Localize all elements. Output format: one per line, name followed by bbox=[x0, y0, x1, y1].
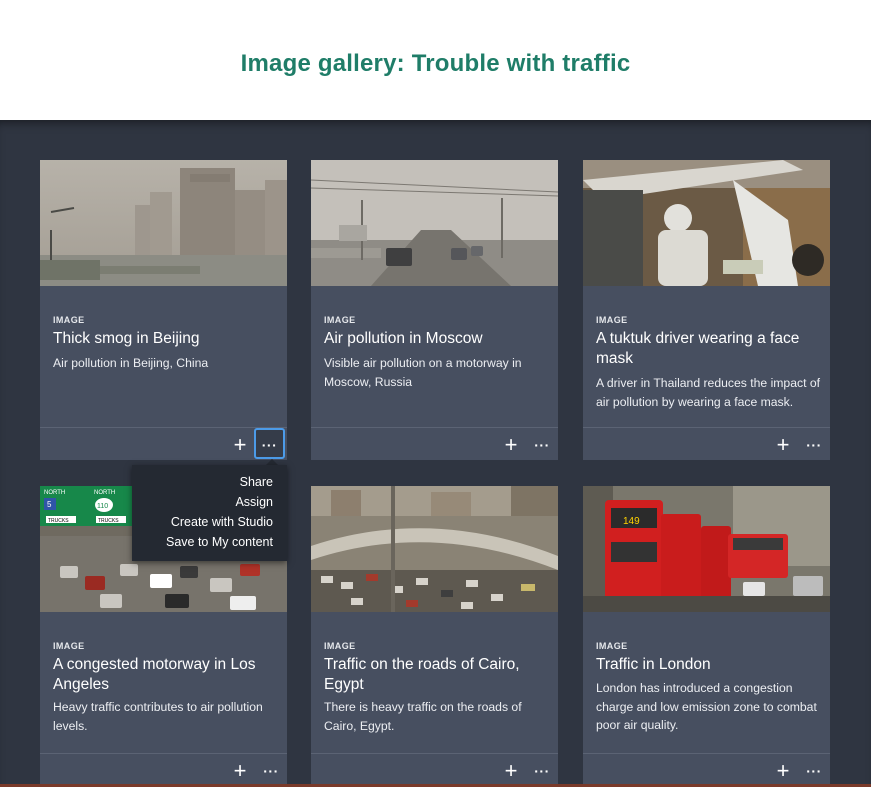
add-button[interactable]: + bbox=[770, 432, 796, 458]
sign-route-5: 5 bbox=[47, 500, 52, 509]
card-description: Visible air pollution on a motorway in M… bbox=[324, 356, 522, 389]
card-image[interactable] bbox=[311, 486, 558, 612]
page-title: Image gallery: Trouble with traffic bbox=[240, 50, 631, 77]
more-options-button[interactable]: ··· bbox=[529, 432, 555, 458]
menu-item-share[interactable]: Share bbox=[240, 475, 273, 489]
sign-trucks: TRUCKS bbox=[48, 518, 69, 524]
card-footer: + ··· bbox=[583, 427, 830, 460]
bus-route-number: 149 bbox=[623, 516, 640, 527]
card-image[interactable] bbox=[583, 160, 830, 286]
sign-route-110: 110 bbox=[97, 503, 108, 510]
card-description: A driver in Thailand reduces the impact … bbox=[596, 376, 821, 409]
gallery-card-cairo[interactable]: IMAGE Traffic on the roads of Cairo, Egy… bbox=[311, 486, 558, 786]
card-description: There is heavy traffic on the roads of C… bbox=[324, 700, 522, 733]
moscow-motorway-photo bbox=[311, 160, 558, 286]
card-image[interactable]: 149 bbox=[583, 486, 830, 612]
more-options-menu: Share Assign Create with Studio Save to … bbox=[132, 465, 287, 561]
card-type-label: IMAGE bbox=[596, 315, 628, 325]
card-title[interactable]: Traffic on the roads of Cairo, Egypt bbox=[324, 655, 546, 695]
more-options-button[interactable]: ··· bbox=[254, 428, 285, 459]
card-type-label: IMAGE bbox=[53, 315, 85, 325]
gallery-card-london[interactable]: 149 IMAGE Traffic in London London has i… bbox=[583, 486, 830, 786]
menu-item-assign[interactable]: Assign bbox=[235, 495, 273, 509]
card-description: Air pollution in Beijing, China bbox=[53, 356, 209, 370]
more-options-button[interactable]: ··· bbox=[801, 432, 827, 458]
card-title[interactable]: A tuktuk driver wearing a face mask bbox=[596, 329, 818, 369]
sign-north-text: NORTH bbox=[44, 490, 65, 496]
card-description: Heavy traffic contributes to air polluti… bbox=[53, 700, 263, 733]
cairo-traffic-photo bbox=[311, 486, 558, 612]
card-image[interactable] bbox=[40, 160, 287, 286]
london-buses-photo: 149 bbox=[583, 486, 830, 612]
menu-item-create-with-studio[interactable]: Create with Studio bbox=[171, 515, 273, 529]
card-footer: + ··· bbox=[40, 753, 287, 786]
card-type-label: IMAGE bbox=[53, 641, 85, 651]
sign-trucks: TRUCKS bbox=[98, 518, 119, 524]
card-footer: + ··· bbox=[40, 427, 287, 460]
more-options-button[interactable]: ··· bbox=[258, 758, 284, 784]
card-description: London has introduced a congestion charg… bbox=[596, 681, 817, 732]
card-type-label: IMAGE bbox=[596, 641, 628, 651]
beijing-smog-photo bbox=[40, 160, 287, 286]
tuktuk-driver-photo bbox=[583, 160, 830, 286]
add-button[interactable]: + bbox=[770, 758, 796, 784]
card-title[interactable]: Air pollution in Moscow bbox=[324, 329, 546, 349]
add-button[interactable]: + bbox=[227, 432, 253, 458]
card-footer: + ··· bbox=[583, 753, 830, 786]
sign-north-text: NORTH bbox=[94, 490, 115, 496]
card-title[interactable]: Thick smog in Beijing bbox=[53, 329, 275, 349]
page-header: Image gallery: Trouble with traffic bbox=[0, 0, 871, 120]
gallery-card-moscow[interactable]: IMAGE Air pollution in Moscow Visible ai… bbox=[311, 160, 558, 460]
card-title[interactable]: Traffic in London bbox=[596, 655, 818, 675]
more-options-button[interactable]: ··· bbox=[529, 758, 555, 784]
add-button[interactable]: + bbox=[498, 432, 524, 458]
add-button[interactable]: + bbox=[498, 758, 524, 784]
gallery-card-tuktuk[interactable]: IMAGE A tuktuk driver wearing a face mas… bbox=[583, 160, 830, 460]
card-footer: + ··· bbox=[311, 427, 558, 460]
card-footer: + ··· bbox=[311, 753, 558, 786]
more-options-button[interactable]: ··· bbox=[801, 758, 827, 784]
card-title[interactable]: A congested motorway in Los Angeles bbox=[53, 655, 275, 695]
card-type-label: IMAGE bbox=[324, 315, 356, 325]
menu-item-save-to-my-content[interactable]: Save to My content bbox=[166, 535, 273, 549]
gallery-card-beijing[interactable]: IMAGE Thick smog in Beijing Air pollutio… bbox=[40, 160, 287, 460]
card-type-label: IMAGE bbox=[324, 641, 356, 651]
add-button[interactable]: + bbox=[227, 758, 253, 784]
card-image[interactable] bbox=[311, 160, 558, 286]
